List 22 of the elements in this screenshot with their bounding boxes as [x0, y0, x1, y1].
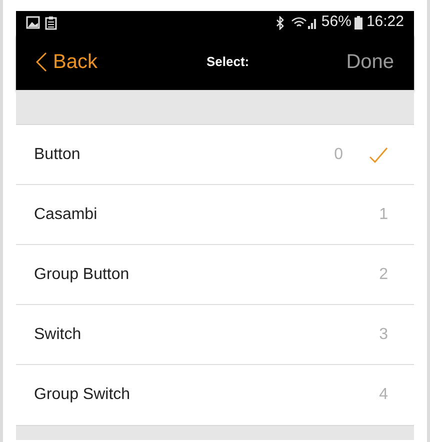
- option-label: Casambi: [34, 204, 98, 224]
- wifi-icon: [291, 16, 308, 29]
- option-label: Button: [34, 144, 82, 164]
- option-value: 3: [379, 324, 388, 344]
- battery-percent: 56%: [321, 12, 352, 32]
- option-value: 0: [334, 144, 343, 164]
- option-value: 4: [379, 385, 388, 405]
- status-time: 16:22: [366, 12, 404, 32]
- chevron-left-icon: [36, 52, 47, 72]
- clipboard-icon: [45, 16, 57, 30]
- image-icon: [26, 16, 40, 29]
- bluetooth-icon: [276, 16, 286, 30]
- option-value: 1: [379, 204, 388, 224]
- done-button[interactable]: Done: [346, 47, 394, 77]
- back-button[interactable]: Back: [36, 47, 98, 77]
- nav-title: Select:: [206, 53, 250, 72]
- option-label: Group Switch: [34, 385, 132, 405]
- signal-icon: [308, 16, 318, 28]
- battery-icon: [354, 16, 364, 30]
- option-label: Switch: [34, 324, 82, 344]
- option-value: 2: [379, 264, 388, 284]
- option-label: Group Button: [34, 264, 130, 284]
